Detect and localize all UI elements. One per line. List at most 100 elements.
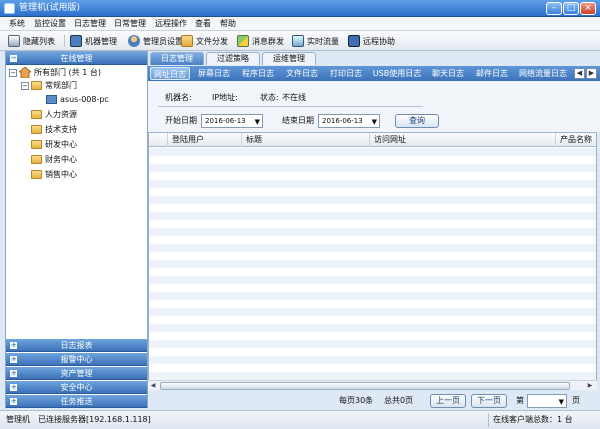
menu-help[interactable]: 帮助 [220, 18, 236, 30]
table-row[interactable] [149, 164, 596, 172]
table-row[interactable] [149, 172, 596, 180]
window-title: 管理机(试用版) [19, 3, 81, 13]
tree-item-computer[interactable]: asus-008-pc [46, 94, 109, 105]
menu-system[interactable]: 系统 [9, 18, 25, 30]
section-security-center[interactable]: + 安全中心 [6, 381, 147, 394]
end-date-picker[interactable]: 2016-06-13 ▼ [318, 114, 380, 128]
tab-mail-log[interactable]: 邮件日志 [472, 67, 512, 80]
realtime-traffic-button[interactable]: 实时流量 [292, 33, 339, 49]
menu-daily-management[interactable]: 日常管理 [114, 18, 146, 30]
menu-remote-operation[interactable]: 远程操作 [155, 18, 187, 30]
home-icon [19, 67, 31, 78]
scroll-left-icon[interactable]: ◀ [149, 382, 157, 390]
machine-management-button[interactable]: 机器管理 [70, 33, 117, 49]
log-table: 登陆用户 标题 访问网址 产品名称 [148, 132, 597, 390]
main-tab-bar: 日志管理 过滤策略 运维管理 [148, 51, 600, 65]
tab-ops-management[interactable]: 运维管理 [262, 52, 316, 65]
tab-scroll-right-icon[interactable]: ▶ [586, 68, 597, 79]
section-task-push[interactable]: + 任务推送 [6, 395, 147, 408]
tree-item-hr[interactable]: 人力资源 [31, 109, 77, 120]
tree-collapse-icon[interactable]: − [21, 81, 29, 90]
tab-filter-policy[interactable]: 过滤策略 [206, 52, 260, 65]
tab-network-traffic-log[interactable]: 网络流量日志 [516, 67, 570, 80]
table-row[interactable] [149, 252, 596, 260]
end-date-label: 结束日期 [282, 116, 314, 125]
admin-settings-button[interactable]: 管理员设置 [128, 33, 183, 49]
tree-collapse-icon[interactable]: − [9, 68, 17, 77]
prev-page-button[interactable]: 上一页 [430, 394, 466, 408]
table-row[interactable] [149, 276, 596, 284]
section-alarm-center[interactable]: + 报警中心 [6, 353, 147, 366]
table-row[interactable] [149, 148, 596, 156]
page-select[interactable]: ▼ [527, 394, 567, 408]
tree-item-rd-center[interactable]: 研发中心 [31, 139, 77, 150]
table-row[interactable] [149, 340, 596, 348]
maximize-button[interactable]: □ [563, 2, 579, 15]
table-row[interactable] [149, 156, 596, 164]
table-row[interactable] [149, 228, 596, 236]
column-header-user[interactable]: 登陆用户 [167, 133, 241, 147]
section-log-reports[interactable]: + 日志报表 [6, 339, 147, 352]
file-distribution-button[interactable]: 文件分发 [181, 33, 228, 49]
table-row[interactable] [149, 204, 596, 212]
table-row[interactable] [149, 260, 596, 268]
column-header-url[interactable]: 访问网址 [369, 133, 555, 147]
table-row[interactable] [149, 364, 596, 372]
tab-screen-log[interactable]: 屏幕日志 [194, 67, 234, 80]
table-row[interactable] [149, 236, 596, 244]
close-button[interactable]: × [580, 2, 596, 15]
tab-chat-log[interactable]: 聊天日志 [428, 67, 468, 80]
table-row[interactable] [149, 220, 596, 228]
tree-item-finance-center[interactable]: 财务中心 [31, 154, 77, 165]
menu-log-management[interactable]: 日志管理 [74, 18, 106, 30]
tab-usb-log[interactable]: USB使用日志 [370, 67, 424, 80]
hide-list-button[interactable]: 隐藏列表 [8, 33, 55, 49]
tree-item-general-department[interactable]: − 常规部门 [21, 80, 77, 91]
pager: 每页30条 总共0页 上一页 下一页 第 ▼ 页 [148, 390, 600, 410]
table-row[interactable] [149, 188, 596, 196]
query-button[interactable]: 查询 [395, 114, 439, 128]
tab-print-log[interactable]: 打印日志 [326, 67, 366, 80]
scroll-right-icon[interactable]: ▶ [586, 382, 594, 390]
column-header-product[interactable]: 产品名称 [555, 133, 596, 147]
tree-root[interactable]: − 所有部门 (共 1 台) [9, 67, 101, 78]
menu-monitor-settings[interactable]: 监控设置 [34, 18, 66, 30]
tree-item-tech-support[interactable]: 技术支持 [31, 124, 77, 135]
table-row[interactable] [149, 324, 596, 332]
menu-view[interactable]: 查看 [195, 18, 211, 30]
app-icon [4, 3, 15, 14]
table-row[interactable] [149, 300, 596, 308]
table-row[interactable] [149, 180, 596, 188]
horizontal-scrollbar[interactable]: ◀ ▶ [148, 380, 597, 390]
start-date-picker[interactable]: 2016-06-13 ▼ [201, 114, 263, 128]
remote-assistance-button[interactable]: 远程协助 [348, 33, 395, 49]
tab-file-log[interactable]: 文件日志 [282, 67, 322, 80]
table-row[interactable] [149, 284, 596, 292]
table-row[interactable] [149, 244, 596, 252]
table-row[interactable] [149, 292, 596, 300]
tree-item-sales-center[interactable]: 销售中心 [31, 169, 77, 180]
table-header: 登陆用户 标题 访问网址 产品名称 [149, 133, 596, 147]
table-row[interactable] [149, 356, 596, 364]
dropdown-arrow-icon: ▼ [558, 398, 564, 406]
broadcast-message-button[interactable]: 消息群发 [237, 33, 284, 49]
tab-url-log[interactable]: 网址日志 [150, 67, 190, 80]
table-row[interactable] [149, 196, 596, 204]
tab-log-management[interactable]: 日志管理 [150, 52, 204, 65]
table-row[interactable] [149, 332, 596, 340]
table-row[interactable] [149, 268, 596, 276]
column-header-title[interactable]: 标题 [241, 133, 369, 147]
scrollbar-thumb[interactable] [160, 382, 570, 390]
minimize-button[interactable]: – [546, 2, 562, 15]
table-row[interactable] [149, 212, 596, 220]
section-asset-management[interactable]: + 资产管理 [6, 367, 147, 380]
table-row[interactable] [149, 348, 596, 356]
tab-program-log[interactable]: 程序日志 [238, 67, 278, 80]
next-page-button[interactable]: 下一页 [471, 394, 507, 408]
tab-scroll-left-icon[interactable]: ◀ [574, 68, 585, 79]
computer-icon [70, 35, 82, 47]
online-management-header[interactable]: − 在线管理 [6, 52, 147, 65]
table-row[interactable] [149, 372, 596, 380]
table-row[interactable] [149, 316, 596, 324]
table-row[interactable] [149, 308, 596, 316]
